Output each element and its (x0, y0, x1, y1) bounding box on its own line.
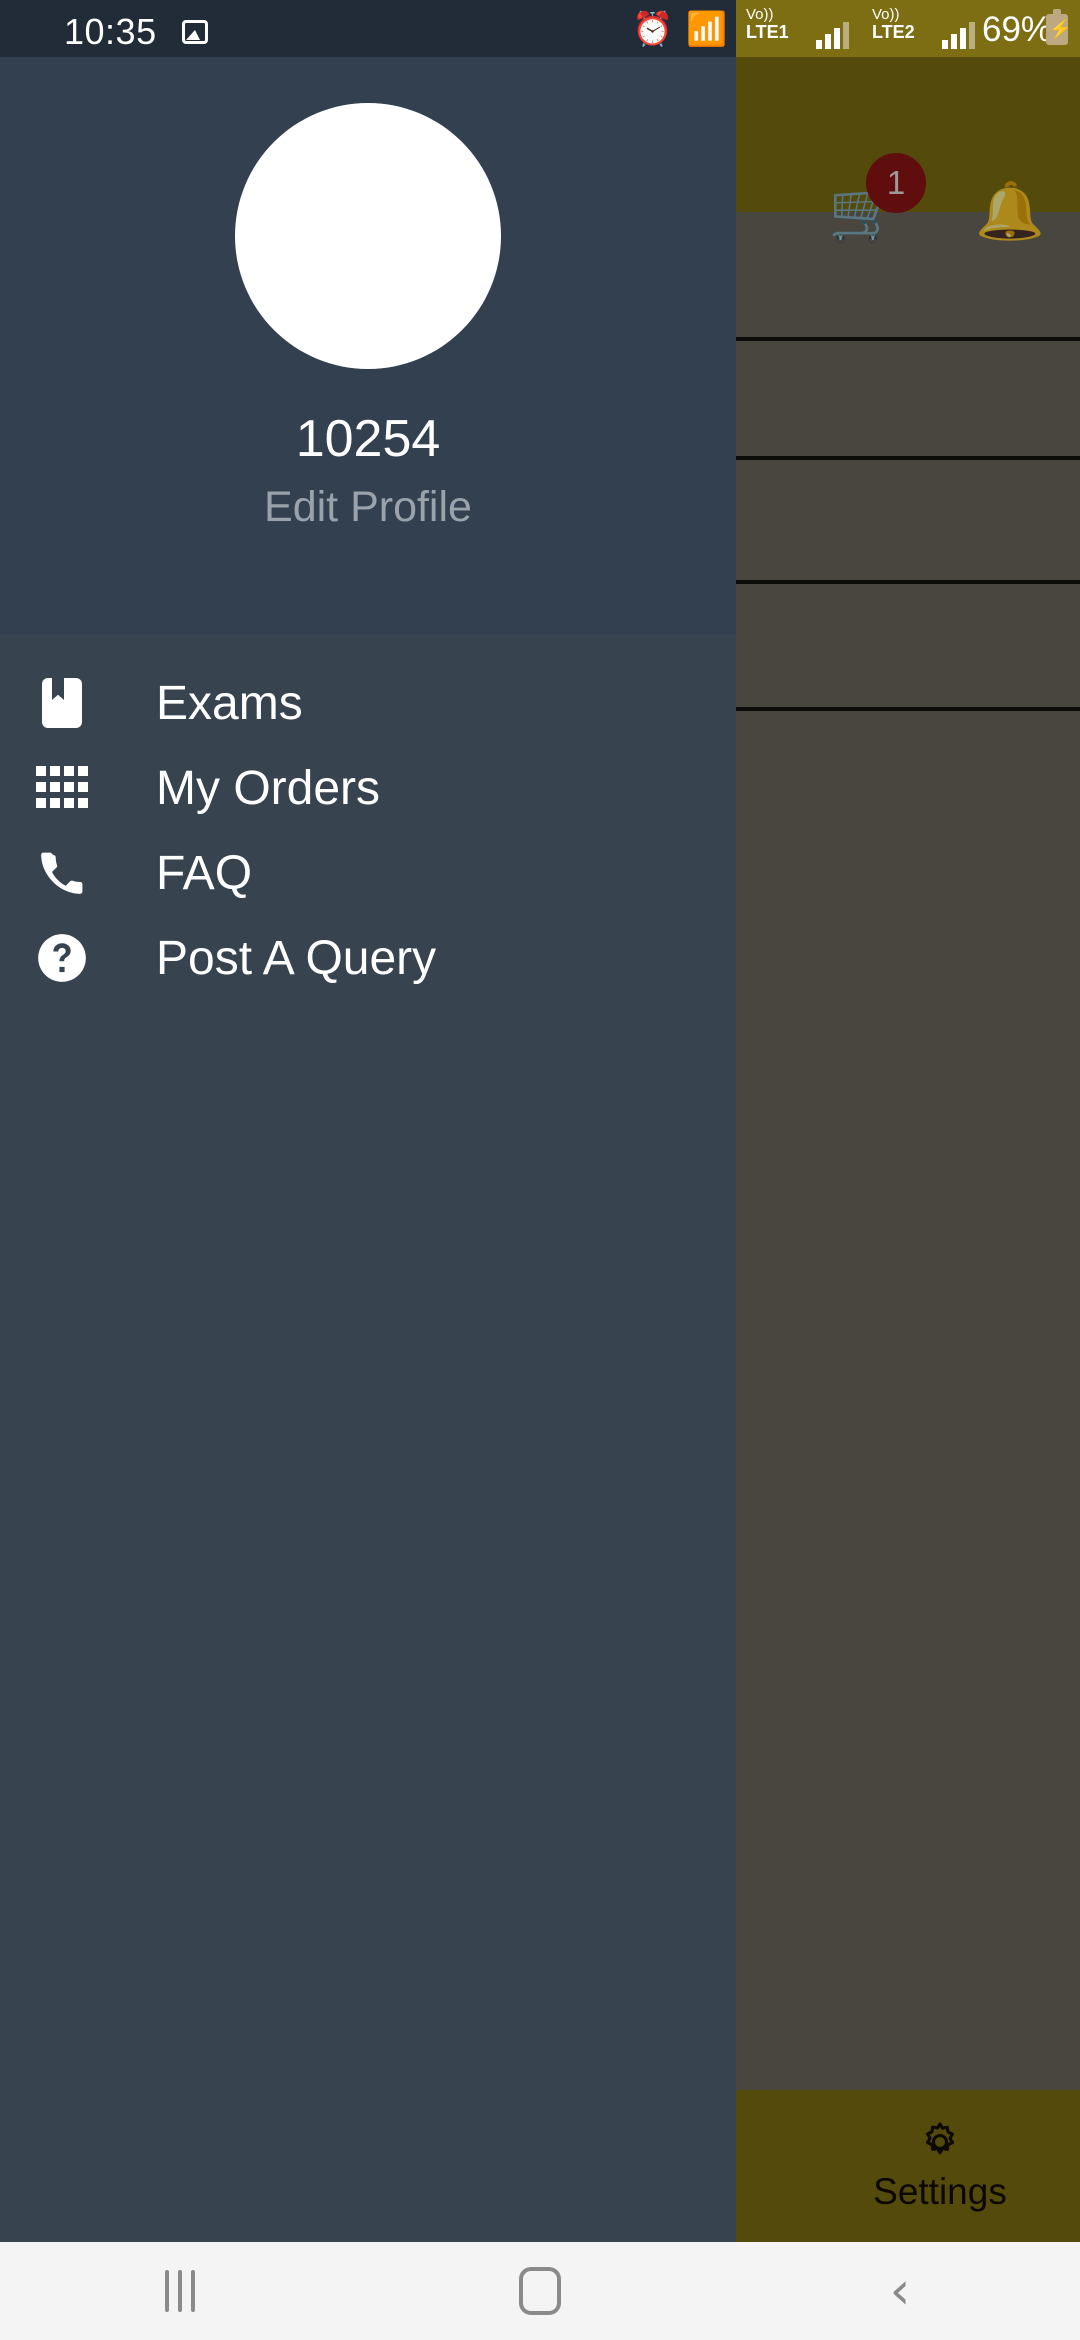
sidebar-item-my-orders[interactable]: My Orders (0, 746, 736, 830)
sim2-volte-label: Vo)) (872, 6, 900, 23)
phone-icon (30, 848, 94, 898)
sim2-indicator: Vo)) LTE2 (872, 7, 915, 42)
sidebar-item-label: Post A Query (156, 931, 437, 985)
wifi-data-transfer-icon: 📶 (686, 10, 728, 47)
book-bookmark-icon (30, 676, 94, 730)
sidebar-item-label: FAQ (156, 846, 253, 900)
home-icon (519, 2267, 561, 2315)
sidebar-item-label: Exams (156, 676, 303, 730)
sim2-signal-bars (942, 22, 975, 49)
help-circle-icon (30, 932, 94, 984)
sim1-network-label: LTE1 (746, 22, 789, 42)
navigation-drawer: 10254 Edit Profile Exams My Orders FAQ P… (0, 57, 736, 2242)
drawer-header: 10254 Edit Profile (0, 57, 736, 635)
avatar[interactable] (235, 103, 501, 369)
sim2-network-label: LTE2 (872, 22, 915, 42)
status-bar-clock: 10:35 (64, 11, 157, 52)
sidebar-item-exams[interactable]: Exams (0, 661, 736, 745)
grid-apps-icon (30, 766, 94, 810)
back-icon: ‹ (889, 2261, 911, 2321)
sim1-volte-label: Vo)) (746, 6, 774, 23)
system-navigation-bar: ‹ (0, 2242, 1080, 2340)
sim1-signal-bars (816, 22, 849, 49)
back-button[interactable]: ‹ (720, 2265, 1080, 2317)
sidebar-item-label: My Orders (156, 761, 381, 815)
recents-icon (165, 2270, 195, 2312)
recents-button[interactable] (0, 2270, 360, 2312)
sidebar-item-faq[interactable]: FAQ (0, 831, 736, 915)
sidebar-item-post-a-query[interactable]: Post A Query (0, 916, 736, 1000)
edit-profile-link[interactable]: Edit Profile (0, 483, 736, 532)
phone-screen: 🛒 1 🔔 Settings 10254 Edit Profile Exams … (0, 0, 1080, 2340)
status-bar: 10:35 ⏰ 📶 Vo)) LTE1 Vo)) LTE2 69% (0, 0, 1080, 57)
image-icon (182, 20, 208, 44)
profile-name: 10254 (295, 410, 441, 468)
home-button[interactable] (360, 2267, 720, 2315)
sim1-indicator: Vo)) LTE1 (746, 7, 789, 42)
drawer-menu-list: Exams My Orders FAQ Post A Query (0, 635, 736, 2242)
battery-charging-icon (1046, 9, 1071, 45)
alarm-clock-icon: ⏰ (632, 10, 674, 47)
battery-percentage: 69% (982, 10, 1053, 49)
drawer-scrim-overlay[interactable] (736, 57, 1080, 2242)
